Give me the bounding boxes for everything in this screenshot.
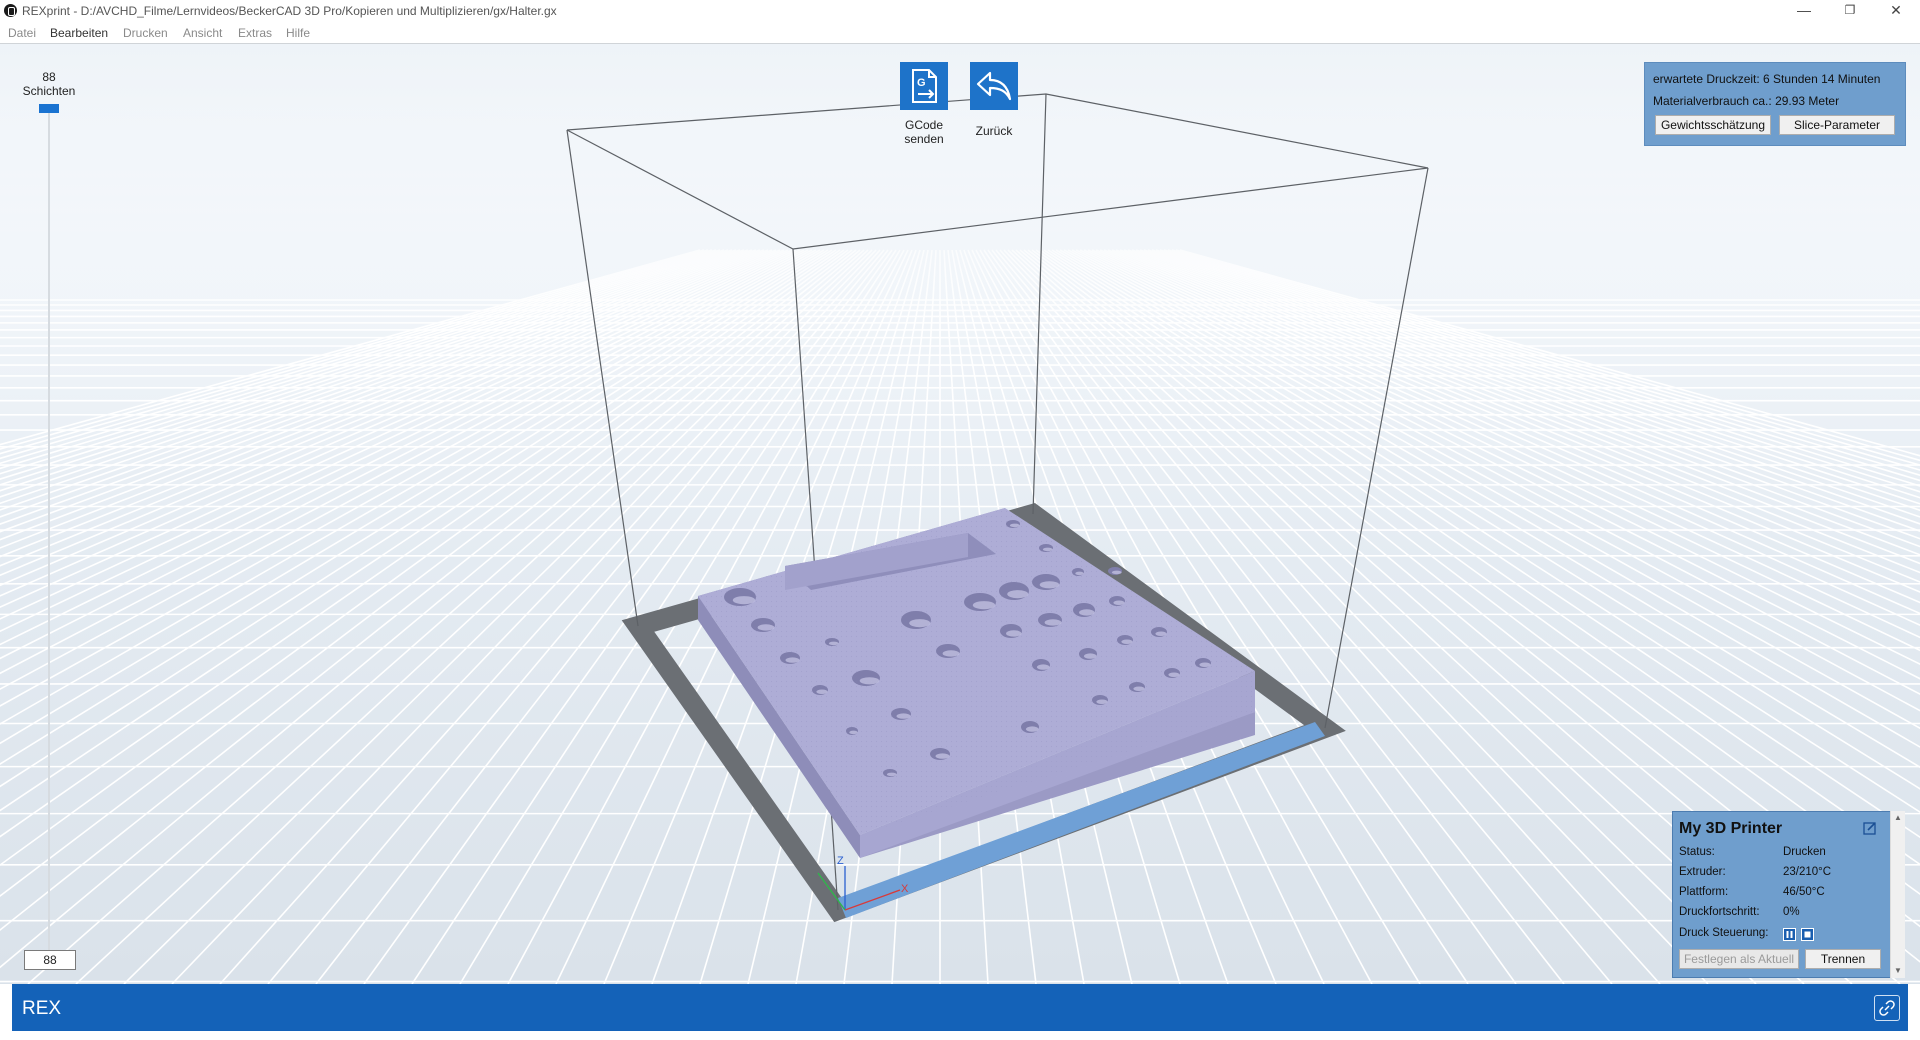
hole-highlight [1007, 590, 1029, 599]
material-usage: Materialverbrauch ca.: 29.93 Meter [1653, 94, 1840, 108]
menu-drucken[interactable]: Drucken [123, 26, 168, 40]
hole-highlight [1075, 571, 1084, 576]
hole-highlight [886, 772, 897, 777]
link-icon [1879, 1000, 1895, 1016]
platform-label: Plattform: [1679, 886, 1729, 898]
hole-highlight [1168, 672, 1180, 677]
layer-slider-track[interactable] [48, 112, 50, 950]
set-as-current-button[interactable]: Festlegen als Aktuell [1679, 949, 1799, 969]
pause-icon [1786, 931, 1793, 938]
print-info-panel: erwartete Druckzeit: 6 Stunden 14 Minute… [1644, 62, 1906, 146]
hole-highlight [1044, 619, 1062, 626]
horizon-fade [0, 44, 1920, 324]
layer-input[interactable]: 88 [24, 950, 76, 970]
extruder-label: Extruder: [1679, 866, 1726, 878]
hole-highlight [1133, 686, 1145, 691]
app-logo-icon [4, 4, 17, 17]
back-button[interactable] [970, 62, 1018, 110]
menu-extras[interactable]: Extras [238, 26, 272, 40]
axis-z-label: Z [837, 855, 844, 867]
hole-highlight [896, 713, 911, 719]
menu-bearbeiten[interactable]: Bearbeiten [50, 26, 108, 40]
hole-highlight [1036, 664, 1050, 670]
printer-panel-scrollbar[interactable]: ▲ ▼ [1890, 811, 1905, 978]
gcode-send-label: GCode senden [904, 118, 944, 146]
edit-icon[interactable] [1863, 821, 1877, 835]
hole-highlight [1121, 639, 1133, 644]
hole-highlight [1006, 630, 1022, 637]
layer-count-label: 88 Schichten [14, 70, 84, 98]
hole-highlight [859, 677, 880, 685]
undo-arrow-icon [976, 71, 1012, 101]
stop-button[interactable] [1801, 928, 1814, 941]
hole-highlight [816, 689, 828, 694]
hole-highlight [828, 641, 839, 646]
restore-button[interactable]: ❐ [1827, 0, 1873, 23]
hole-highlight [972, 601, 996, 610]
layer-caption: Schichten [22, 84, 76, 98]
gcode-send-button[interactable]: G [900, 62, 948, 110]
printer-name: My 3D Printer [1679, 820, 1783, 837]
hole-highlight [1155, 631, 1167, 636]
hole-highlight [849, 730, 858, 735]
hole-highlight [1083, 653, 1097, 659]
hole-highlight [1113, 600, 1125, 605]
printer-panel: My 3D Printer Status: Drucken Extruder: … [1672, 811, 1892, 978]
back-label: Zurück [975, 124, 1013, 138]
disconnect-button[interactable]: Trennen [1805, 949, 1881, 969]
print-control-label: Druck Steuerung: [1679, 927, 1769, 939]
status-label: Status: [1679, 846, 1715, 858]
hole-highlight [757, 624, 775, 631]
status-value: Drucken [1783, 846, 1826, 858]
menu-hilfe[interactable]: Hilfe [286, 26, 310, 40]
platform-value: 46/50°C [1783, 886, 1825, 898]
scene-canvas[interactable]: X Z [0, 44, 1920, 984]
hole-highlight [1009, 523, 1020, 528]
svg-text:G: G [917, 77, 926, 89]
menu-ansicht[interactable]: Ansicht [183, 26, 222, 40]
hole-highlight [909, 619, 931, 628]
3d-viewport[interactable]: X Z [0, 44, 1920, 984]
title-bar: REXprint - D:/AVCHD_Filme/Lernvideos/Bec… [0, 0, 1920, 23]
hole-highlight [1039, 581, 1060, 589]
hole-highlight [732, 596, 756, 605]
minimize-button[interactable]: — [1781, 0, 1827, 23]
scroll-down-icon[interactable]: ▼ [1891, 964, 1905, 978]
hole-highlight [1025, 726, 1039, 732]
link-button[interactable] [1874, 995, 1900, 1021]
layer-slider-thumb[interactable] [39, 104, 59, 113]
hole-highlight [1096, 699, 1108, 704]
menu-bar: Datei Bearbeiten Drucken Ansicht Extras … [0, 23, 1920, 44]
hole-highlight [1079, 609, 1095, 616]
close-button[interactable]: ✕ [1873, 0, 1919, 23]
window-title: REXprint - D:/AVCHD_Filme/Lernvideos/Bec… [22, 4, 557, 18]
scroll-up-icon[interactable]: ▲ [1891, 811, 1905, 825]
layer-count: 88 [42, 70, 56, 84]
progress-label: Druckfortschritt: [1679, 906, 1760, 918]
print-time: erwartete Druckzeit: 6 Stunden 14 Minute… [1653, 72, 1881, 86]
gcode-document-icon: G [912, 69, 937, 103]
slice-parameter-button[interactable]: Slice-Parameter [1779, 115, 1895, 135]
stop-icon [1804, 931, 1811, 938]
bottom-bar: REX [12, 984, 1908, 1031]
hole-highlight [935, 753, 950, 759]
hole-highlight [1199, 662, 1211, 667]
pause-button[interactable] [1783, 928, 1796, 941]
progress-value: 0% [1783, 906, 1800, 918]
hole-highlight [942, 650, 960, 657]
hole-highlight [785, 657, 800, 663]
menu-datei[interactable]: Datei [8, 26, 36, 40]
axis-x-label: X [901, 883, 909, 895]
hole-highlight [1042, 547, 1053, 552]
extruder-value: 23/210°C [1783, 866, 1832, 878]
hole-highlight [1111, 570, 1122, 575]
weight-estimate-button[interactable]: Gewichtsschätzung [1655, 115, 1771, 135]
brand-label: REX [22, 998, 62, 1019]
